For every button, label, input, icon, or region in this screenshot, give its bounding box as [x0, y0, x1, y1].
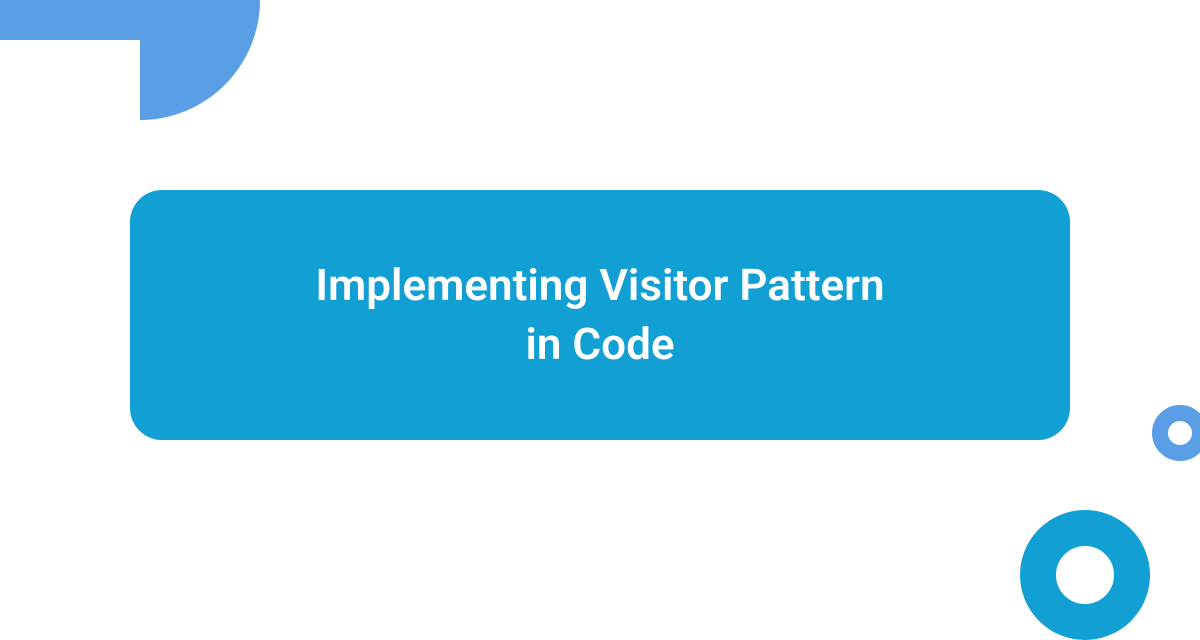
ring-decoration-small [1152, 405, 1200, 461]
page-title: Implementing Visitor Pattern in Code [315, 256, 884, 375]
ring-decoration-large [1020, 510, 1150, 640]
title-card: Implementing Visitor Pattern in Code [130, 190, 1070, 440]
title-line-1: Implementing Visitor Pattern [315, 259, 884, 311]
corner-decoration [0, 0, 300, 160]
title-line-2: in Code [525, 318, 674, 370]
